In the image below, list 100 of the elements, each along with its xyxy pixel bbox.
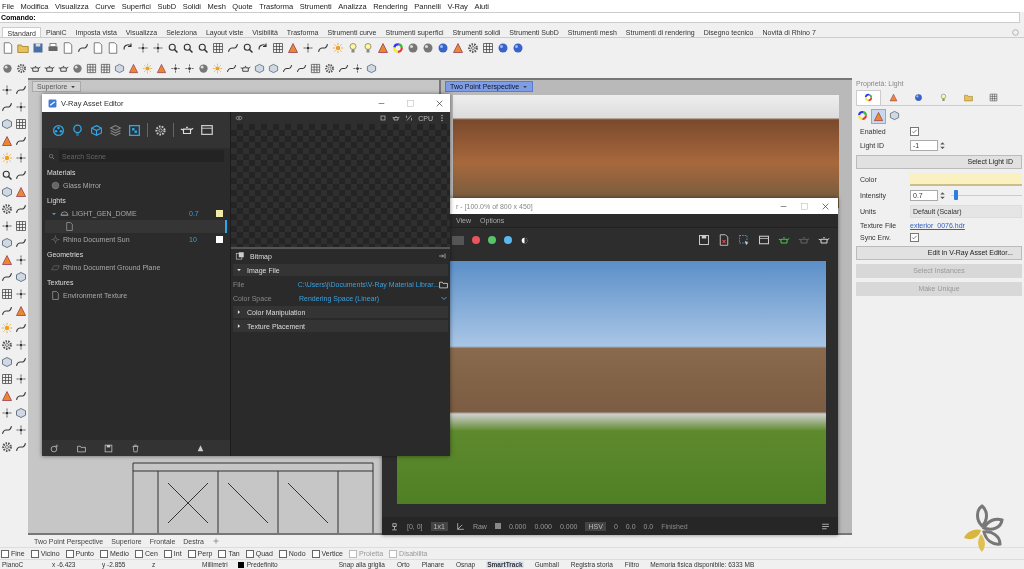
curve-icon[interactable]: [15, 203, 27, 215]
grid-icon[interactable]: [310, 62, 321, 74]
crosshair-icon[interactable]: [1, 407, 13, 419]
triangle-icon[interactable]: [1, 135, 13, 147]
window-icon[interactable]: [200, 123, 214, 137]
close-icon[interactable]: [435, 98, 444, 108]
light-bulb-icon[interactable]: [347, 42, 359, 54]
corner-axes-icon[interactable]: [455, 521, 465, 531]
crosshair-icon[interactable]: [352, 62, 363, 74]
tree-row[interactable]: [45, 220, 227, 233]
cube-icon[interactable]: [1, 356, 13, 368]
curve-icon[interactable]: [15, 84, 27, 96]
cube-icon[interactable]: [1, 186, 13, 198]
eye-icon[interactable]: [235, 114, 243, 122]
gear-icon[interactable]: [324, 62, 335, 74]
crosshair-icon[interactable]: [15, 339, 27, 351]
channel-dot[interactable]: [504, 236, 512, 244]
close-icon[interactable]: [821, 201, 830, 211]
teapot-icon[interactable]: [778, 234, 790, 246]
curve-icon[interactable]: [15, 390, 27, 402]
curve-icon[interactable]: [1, 305, 13, 317]
magnifier-icon[interactable]: [182, 42, 194, 54]
grid-icon[interactable]: [15, 118, 27, 130]
cube-icon[interactable]: [90, 123, 103, 137]
grid-icon[interactable]: [1, 288, 13, 300]
sphere-icon[interactable]: [422, 42, 434, 54]
grid-icon[interactable]: [1, 373, 13, 385]
curve-icon[interactable]: [1, 424, 13, 436]
triangle-icon[interactable]: [128, 62, 139, 74]
crosshair-icon[interactable]: [1, 84, 13, 96]
triangle-icon[interactable]: [15, 305, 27, 317]
magnifier-icon[interactable]: [242, 42, 254, 54]
checkbox[interactable]: [910, 127, 919, 136]
crosshair-icon[interactable]: [15, 288, 27, 300]
triangle-icon[interactable]: [377, 42, 389, 54]
trash-icon[interactable]: [131, 443, 140, 453]
command-field[interactable]: [38, 12, 1020, 23]
color-swatch[interactable]: [910, 173, 1022, 186]
curve-icon[interactable]: [282, 62, 293, 74]
cube-icon[interactable]: [254, 62, 265, 74]
curve-icon[interactable]: [1, 101, 13, 113]
cube-icon[interactable]: [15, 271, 27, 283]
cone-icon[interactable]: [196, 443, 205, 453]
color-wheel-icon[interactable]: [392, 42, 404, 54]
triangle-icon[interactable]: [15, 186, 27, 198]
light-bulb-icon[interactable]: [71, 123, 84, 137]
grid-icon[interactable]: [212, 42, 224, 54]
crosshair-icon[interactable]: [15, 254, 27, 266]
curve-icon[interactable]: [296, 62, 307, 74]
sphere-icon[interactable]: [198, 62, 209, 74]
spinner-arrows-icon[interactable]: [938, 191, 947, 200]
teapot-icon[interactable]: [392, 114, 401, 122]
gear-icon[interactable]: [467, 42, 479, 54]
half-circle-icon[interactable]: [520, 235, 529, 245]
folder-icon[interactable]: [77, 443, 86, 453]
fraction-icon[interactable]: [405, 114, 414, 122]
triangle-icon[interactable]: [452, 42, 464, 54]
sphere-icon[interactable]: [72, 62, 83, 74]
crosshair-icon[interactable]: [137, 42, 149, 54]
cube-icon[interactable]: [114, 62, 125, 74]
curve-icon[interactable]: [77, 42, 89, 54]
gear-icon[interactable]: [1, 203, 13, 215]
layers-icon[interactable]: [109, 123, 122, 137]
gear-icon[interactable]: [1, 441, 13, 453]
light-bulb-icon[interactable]: [362, 42, 374, 54]
crosshair-icon[interactable]: [15, 424, 27, 436]
sphere-icon[interactable]: [407, 42, 419, 54]
magnifier-icon[interactable]: [1, 169, 13, 181]
window-icon[interactable]: [758, 234, 770, 246]
crosshair-icon[interactable]: [15, 373, 27, 385]
crosshair-icon[interactable]: [1, 220, 13, 232]
grid-icon[interactable]: [100, 62, 111, 74]
triangle-icon[interactable]: [156, 62, 167, 74]
curve-icon[interactable]: [15, 356, 27, 368]
curve-icon[interactable]: [15, 441, 27, 453]
grid-icon[interactable]: [15, 220, 27, 232]
curve-icon[interactable]: [15, 322, 27, 334]
teapot-icon[interactable]: [818, 234, 830, 246]
camera-stand-icon[interactable]: [390, 521, 399, 531]
curve-icon[interactable]: [226, 62, 237, 74]
cube-icon[interactable]: [15, 407, 27, 419]
caret-down-icon[interactable]: [51, 210, 57, 217]
curve-icon[interactable]: [1, 271, 13, 283]
document-icon[interactable]: [2, 42, 14, 54]
curve-icon[interactable]: [227, 42, 239, 54]
magnifier-icon[interactable]: [167, 42, 179, 54]
slider-thumb[interactable]: [953, 190, 958, 200]
sphere-icon[interactable]: [437, 42, 449, 54]
subtab-button[interactable]: [871, 109, 886, 124]
triangle-icon[interactable]: [287, 42, 299, 54]
sphere-icon[interactable]: [512, 42, 524, 54]
grid-icon[interactable]: [482, 42, 494, 54]
crosshair-icon[interactable]: [15, 152, 27, 164]
kebab-menu-icon[interactable]: [438, 114, 446, 122]
cube-icon[interactable]: [1, 118, 13, 130]
cube-icon[interactable]: [366, 62, 377, 74]
channel-dot[interactable]: [488, 236, 496, 244]
sphere-icon[interactable]: [2, 62, 13, 74]
folder-icon[interactable]: [439, 279, 448, 289]
crosshair-icon[interactable]: [170, 62, 181, 74]
